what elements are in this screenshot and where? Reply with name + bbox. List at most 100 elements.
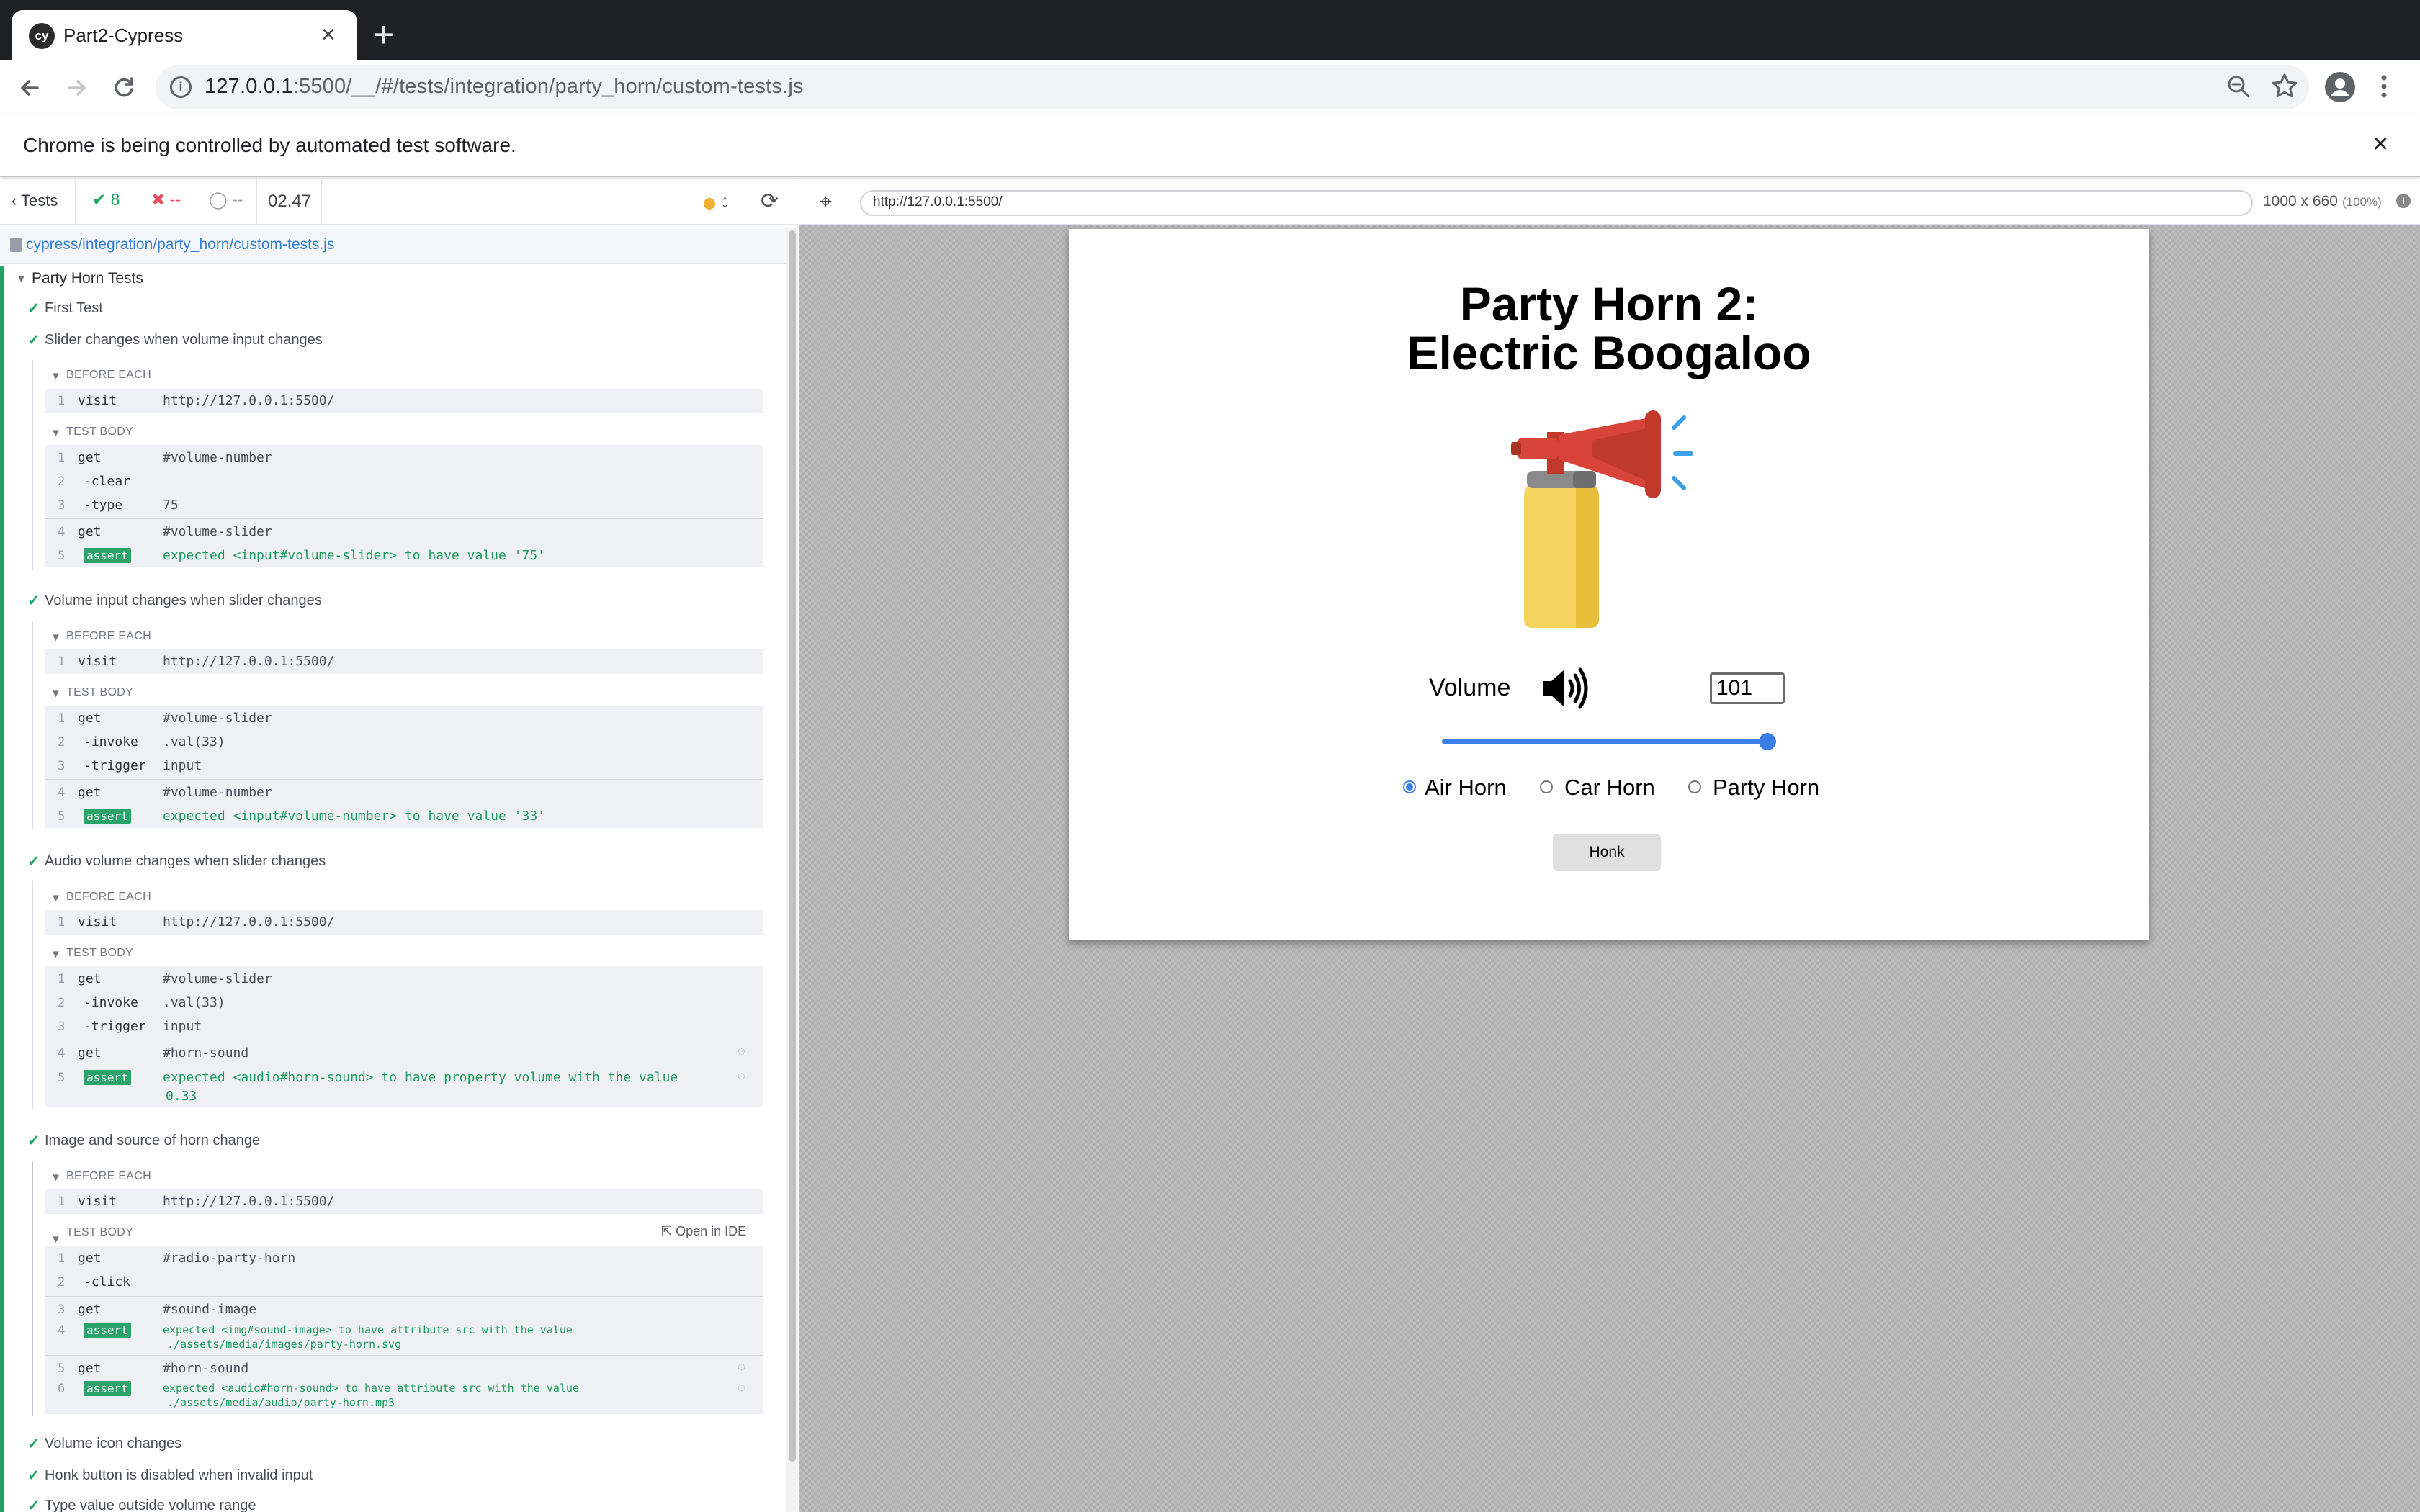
caret-down-icon[interactable]: ▼ (50, 1171, 61, 1184)
forward-arrow-icon[interactable] (60, 72, 92, 104)
file-icon (10, 238, 22, 252)
command-number: 1 (58, 394, 66, 408)
command-name[interactable]: -invoke (84, 734, 138, 750)
spec-path-link[interactable]: cypress/integration/party_horn/custom-te… (26, 236, 334, 253)
test-title[interactable]: Slider changes when volume input changes (45, 332, 323, 348)
command-name[interactable]: assert (84, 809, 131, 824)
reload-icon[interactable] (108, 72, 140, 104)
command-name[interactable]: get (78, 711, 102, 726)
viewport-size: 1000 x 660 (2263, 193, 2338, 210)
hook-border (32, 621, 33, 829)
volume-slider[interactable] (1442, 739, 1767, 744)
command-message: .val(33) (163, 995, 225, 1010)
radio-label[interactable]: Party Horn (1713, 775, 1819, 801)
radio-party-horn[interactable] (1688, 780, 1701, 793)
command-row[interactable] (45, 649, 763, 674)
command-row[interactable] (45, 389, 763, 413)
radio-label[interactable]: Air Horn (1425, 775, 1507, 801)
divider (45, 1296, 763, 1297)
assertion-message: expected <audio#horn-sound> to have prop… (163, 1070, 678, 1085)
command-name[interactable]: assert (84, 1323, 131, 1338)
automation-notice: Chrome is being controlled by automated … (23, 134, 516, 156)
x-icon: ✖ (151, 190, 170, 209)
command-number: 3 (58, 498, 66, 513)
back-arrow-icon[interactable] (14, 72, 46, 104)
test-title[interactable]: First Test (45, 300, 103, 317)
test-title[interactable]: Audio volume changes when slider changes (45, 853, 326, 870)
caret-down-icon[interactable]: ▼ (16, 273, 27, 285)
command-name[interactable]: get (78, 971, 102, 986)
command-number: 5 (58, 1362, 66, 1376)
command-row[interactable] (45, 1189, 763, 1214)
caret-down-icon[interactable]: ▼ (50, 631, 61, 644)
volume-slider-thumb[interactable] (1759, 733, 1776, 750)
radio-label[interactable]: Car Horn (1564, 775, 1655, 801)
browser-menu-icon[interactable] (2378, 72, 2390, 101)
command-message: #sound-image (163, 1302, 257, 1317)
zoom-icon[interactable] (2224, 72, 2253, 101)
caret-down-icon[interactable]: ▼ (50, 688, 61, 700)
command-name[interactable]: -trigger (84, 1019, 146, 1034)
autoscroll-toggle-icon[interactable]: ↕ (720, 190, 730, 212)
eye-slash-icon: ◌ (738, 1044, 745, 1058)
scrollbar-thumb[interactable] (789, 230, 796, 1462)
caret-down-icon[interactable]: ▼ (50, 892, 61, 904)
command-name[interactable]: -type (84, 498, 122, 513)
command-name[interactable]: -trigger (84, 758, 146, 773)
command-message: #volume-slider (163, 711, 272, 726)
header-divider (321, 179, 322, 225)
check-icon: ✔ (92, 190, 111, 209)
test-title[interactable]: Image and source of horn change (45, 1133, 260, 1149)
profile-avatar-icon[interactable] (2323, 71, 2357, 104)
command-number: 4 (58, 525, 66, 539)
command-number: 5 (58, 809, 66, 824)
honk-button[interactable]: Honk (1553, 834, 1661, 871)
radio-air-horn[interactable] (1403, 780, 1416, 793)
command-name[interactable]: get (78, 1251, 102, 1266)
command-name[interactable]: get (78, 785, 102, 800)
back-to-tests-button[interactable]: ‹ Tests (12, 192, 58, 210)
pass-check-icon: ✓ (27, 1467, 40, 1484)
hook-border (32, 881, 33, 1109)
open-in-ide-button[interactable]: ⇱ Open in IDE (661, 1224, 746, 1239)
volume-number-input[interactable]: 101 (1710, 672, 1785, 704)
command-name[interactable]: assert (84, 548, 131, 563)
command-message: #radio-party-horn (163, 1251, 296, 1266)
caret-down-icon[interactable]: ▼ (50, 1233, 61, 1246)
command-number: 1 (58, 451, 66, 465)
command-name[interactable]: assert (84, 1070, 131, 1085)
tab-close-icon[interactable]: × (321, 20, 336, 49)
caret-down-icon[interactable]: ▼ (50, 370, 61, 382)
command-name[interactable]: assert (84, 1381, 131, 1396)
command-name[interactable]: -clear (84, 474, 130, 489)
command-number: 1 (58, 654, 66, 669)
command-name[interactable]: -invoke (84, 995, 138, 1010)
command-name[interactable]: -click (84, 1274, 130, 1290)
selector-playground-icon[interactable]: ⌖ (820, 190, 832, 215)
command-name[interactable]: get (78, 524, 102, 539)
caret-down-icon[interactable]: ▼ (50, 427, 61, 439)
test-title[interactable]: Volume icon changes (45, 1436, 182, 1452)
chevron-left-icon: ‹ (12, 192, 22, 210)
infobar-close-icon[interactable]: × (2372, 130, 2388, 158)
test-title[interactable]: Volume input changes when slider changes (45, 593, 322, 609)
test-title[interactable]: Honk button is disabled when invalid inp… (45, 1467, 313, 1484)
viewport-info-icon[interactable]: i (2396, 194, 2411, 208)
rerun-icon[interactable]: ⟳ (761, 189, 779, 214)
command-name[interactable]: get (78, 1302, 102, 1317)
command-name[interactable]: get (78, 1045, 102, 1061)
command-name[interactable]: get (78, 1361, 102, 1376)
command-name[interactable]: get (78, 450, 102, 465)
radio-car-horn[interactable] (1540, 780, 1553, 793)
command-row[interactable] (45, 910, 763, 935)
command-message: input (163, 758, 202, 773)
site-info-icon[interactable]: i (170, 76, 192, 98)
bookmark-star-icon[interactable] (2269, 71, 2300, 102)
new-tab-icon[interactable]: + (373, 17, 394, 53)
app-title-line1: Party Horn 2: (1459, 277, 1759, 330)
test-title[interactable]: Type value outside volume range (45, 1498, 256, 1512)
divider (45, 779, 763, 780)
command-number: 5 (58, 1071, 66, 1085)
suite-title[interactable]: Party Horn Tests (32, 270, 143, 287)
caret-down-icon[interactable]: ▼ (50, 948, 61, 960)
